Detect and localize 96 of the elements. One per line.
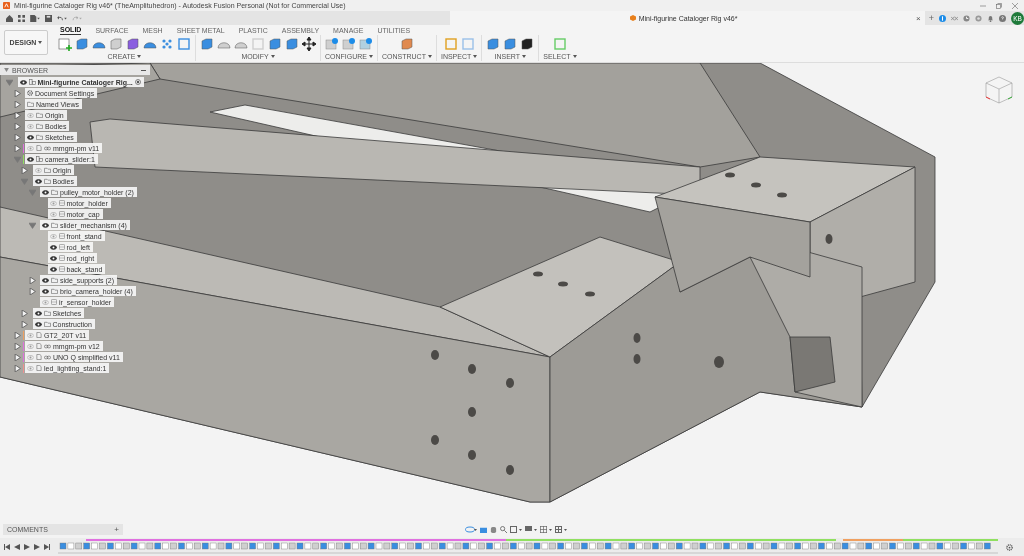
display-icon[interactable] bbox=[525, 525, 537, 533]
eye-icon[interactable] bbox=[27, 156, 34, 162]
camera-icon[interactable] bbox=[480, 525, 487, 533]
expand-arrow-icon[interactable] bbox=[13, 144, 21, 152]
body-icon bbox=[58, 244, 65, 250]
cube-icon[interactable] bbox=[126, 36, 140, 51]
new-tab-button[interactable]: + bbox=[928, 13, 934, 23]
file-icon[interactable] bbox=[30, 14, 40, 22]
step-forward-icon[interactable] bbox=[34, 544, 40, 550]
expand-arrow-icon[interactable] bbox=[13, 353, 21, 361]
app-logo-icon bbox=[3, 2, 10, 9]
timeline-features-drawing[interactable] bbox=[58, 539, 998, 554]
expand-arrow-icon[interactable] bbox=[13, 364, 21, 372]
configure-icon[interactable] bbox=[359, 36, 373, 51]
caret-icon bbox=[473, 54, 478, 58]
document-icon bbox=[36, 145, 42, 151]
bell-icon[interactable] bbox=[987, 14, 994, 22]
expand-arrow-icon[interactable] bbox=[13, 111, 21, 119]
collapse-arrow-icon[interactable] bbox=[4, 68, 9, 72]
folder-icon bbox=[51, 222, 58, 228]
eye-icon[interactable] bbox=[42, 222, 49, 228]
caret-icon bbox=[38, 41, 43, 44]
close-icon[interactable] bbox=[1012, 2, 1018, 9]
restore-icon[interactable] bbox=[996, 2, 1002, 9]
home-icon[interactable] bbox=[6, 14, 13, 22]
zoom-window-icon[interactable] bbox=[510, 525, 522, 533]
hand-icon[interactable] bbox=[490, 525, 497, 533]
body-icon bbox=[58, 233, 65, 239]
expand-arrow-icon[interactable] bbox=[21, 166, 28, 174]
component-icon bbox=[36, 156, 43, 162]
eye-icon[interactable] bbox=[42, 288, 49, 294]
gear-icon bbox=[27, 90, 33, 96]
expand-arrow-icon[interactable] bbox=[21, 309, 28, 317]
eye-icon[interactable] bbox=[27, 134, 34, 140]
caret-icon bbox=[522, 54, 527, 58]
eye-icon[interactable] bbox=[49, 244, 57, 250]
caret-icon bbox=[369, 54, 373, 58]
expand-arrow-icon[interactable] bbox=[13, 331, 21, 339]
skip-start-icon[interactable] bbox=[4, 544, 10, 550]
caret-icon bbox=[572, 54, 577, 58]
grid-icon[interactable] bbox=[540, 525, 552, 533]
orbit-icon[interactable] bbox=[465, 525, 477, 533]
step-back-icon[interactable] bbox=[14, 544, 20, 550]
settings-icon[interactable] bbox=[1006, 543, 1013, 551]
body-icon bbox=[58, 266, 65, 272]
eye-icon[interactable] bbox=[34, 178, 42, 184]
cube-icon bbox=[629, 15, 636, 21]
caret-icon bbox=[427, 54, 432, 58]
help-icon[interactable] bbox=[999, 14, 1006, 22]
eye-icon[interactable] bbox=[42, 189, 49, 195]
network-icon[interactable] bbox=[951, 14, 958, 22]
expand-arrow-icon[interactable] bbox=[13, 122, 21, 130]
cube-icon[interactable] bbox=[75, 36, 89, 51]
expand-arrow-icon[interactable] bbox=[13, 133, 21, 141]
notification-badge-icon[interactable] bbox=[939, 14, 946, 22]
caret-icon bbox=[270, 54, 275, 58]
eye-icon[interactable] bbox=[34, 310, 42, 316]
cube-icon[interactable] bbox=[109, 36, 123, 51]
skip-end-icon[interactable] bbox=[44, 544, 50, 550]
component-icon bbox=[28, 79, 36, 85]
eye-icon[interactable] bbox=[49, 255, 57, 261]
clock-icon[interactable] bbox=[963, 14, 970, 22]
expand-arrow-icon[interactable] bbox=[13, 89, 21, 97]
link-icon bbox=[44, 354, 51, 360]
play-icon[interactable] bbox=[24, 544, 30, 550]
radio-icon[interactable] bbox=[134, 79, 141, 85]
collapse-arrow-icon[interactable] bbox=[28, 221, 36, 229]
add-comment-button[interactable]: + bbox=[114, 524, 119, 534]
move-icon[interactable] bbox=[302, 36, 316, 51]
body-icon bbox=[58, 255, 65, 261]
undo-icon[interactable] bbox=[57, 14, 67, 22]
eye-icon[interactable] bbox=[49, 266, 57, 272]
eye-icon[interactable] bbox=[19, 79, 27, 85]
eye-icon[interactable] bbox=[34, 321, 42, 327]
expand-arrow-icon[interactable] bbox=[21, 320, 28, 328]
body-icon bbox=[58, 211, 65, 217]
expand-arrow-icon[interactable] bbox=[28, 287, 36, 295]
sketch-icon[interactable] bbox=[58, 36, 72, 51]
history-icon[interactable] bbox=[975, 14, 982, 22]
body-icon bbox=[51, 299, 57, 305]
rectangle-icon[interactable] bbox=[177, 36, 191, 51]
body-icon bbox=[58, 200, 65, 206]
close-tab-button[interactable]: × bbox=[916, 13, 921, 23]
zoom-icon[interactable] bbox=[500, 525, 507, 533]
expand-arrow-icon[interactable] bbox=[13, 100, 21, 108]
expand-arrow-icon[interactable] bbox=[13, 342, 21, 350]
minimize-icon[interactable] bbox=[141, 67, 146, 73]
grid-icon[interactable] bbox=[18, 14, 25, 22]
configure-icon[interactable] bbox=[325, 36, 339, 51]
link-icon bbox=[44, 343, 51, 349]
expand-arrow-icon[interactable] bbox=[28, 276, 36, 284]
caret-icon bbox=[137, 54, 142, 58]
viewports-icon[interactable] bbox=[555, 525, 567, 533]
save-icon[interactable] bbox=[45, 14, 52, 22]
link-icon bbox=[44, 145, 51, 151]
eye-icon[interactable] bbox=[42, 277, 49, 283]
